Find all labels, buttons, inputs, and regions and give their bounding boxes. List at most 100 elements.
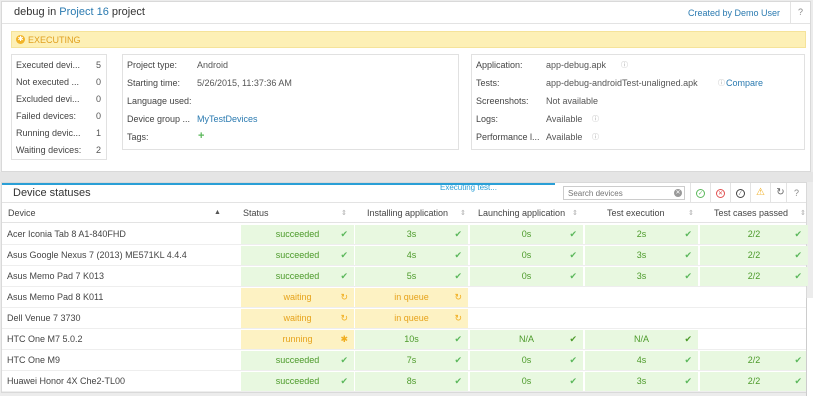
device-name[interactable]: Asus Memo Pad 7 K013: [7, 271, 104, 281]
launch-value: N/A: [518, 334, 534, 344]
app-info-value: Available: [546, 114, 583, 124]
table-row[interactable]: HTC One M9 succeeded ✔ 7s ✔ 0s ✔ 4s ✔ 2/2 ✔: [2, 350, 808, 371]
install-value: 3s: [406, 229, 417, 239]
exec-value: N/A: [633, 334, 649, 344]
check-icon: ✔: [569, 229, 577, 239]
project-info-box: Project type: Android Starting time: 5/26/2…: [122, 54, 459, 150]
app-info-label: Application:: [476, 60, 523, 70]
column-header[interactable]: Test execution: [607, 203, 665, 223]
column-header[interactable]: Status: [243, 203, 269, 223]
exec-value: 3s: [636, 250, 647, 260]
table-row[interactable]: Asus Memo Pad 8 K011 waiting ↻ in queue ↻: [2, 287, 806, 308]
count-row: Not executed ... 0: [12, 77, 106, 89]
sort-icon[interactable]: ⇕: [572, 209, 578, 217]
compare-link[interactable]: Compare: [726, 78, 763, 88]
check-icon: ✔: [454, 229, 462, 239]
passed-value: 2/2: [747, 376, 761, 386]
app-info-value[interactable]: app-debug.apk: [546, 60, 606, 70]
launch-value: 0s: [521, 271, 532, 281]
check-icon: ✔: [794, 376, 802, 386]
device-name[interactable]: HTC One M9: [7, 355, 60, 365]
sort-icon[interactable]: ⇕: [460, 209, 466, 217]
status-value: succeeded: [275, 229, 320, 239]
search-input[interactable]: [564, 187, 672, 199]
sort-icon[interactable]: ▲: [214, 209, 221, 216]
status-value: succeeded: [275, 355, 320, 365]
count-label: Executed devi...: [16, 60, 81, 70]
exec-cell: N/A ✔: [585, 330, 698, 349]
project-link[interactable]: Project 16: [59, 6, 109, 18]
app-info-label: Tests:: [476, 78, 500, 88]
send-feedback-tab[interactable]: [806, 298, 813, 396]
table-row[interactable]: Asus Memo Pad 7 K013 succeeded ✔ 5s ✔ 0s ✔ 3s ✔ 2…: [2, 266, 808, 287]
app-info-label: Performance l...: [476, 132, 540, 142]
status-banner: ✱ EXECUTING: [11, 31, 806, 48]
check-icon: ✔: [340, 229, 348, 239]
app-info-value[interactable]: app-debug-androidTest-unaligned.apk: [546, 78, 698, 88]
column-header[interactable]: Test cases passed: [714, 203, 788, 223]
status-banner-text: EXECUTING: [28, 35, 81, 45]
column-header[interactable]: Installing application: [367, 203, 448, 223]
check-icon: ✔: [794, 355, 802, 365]
count-label: Running devic...: [16, 128, 81, 138]
help-button[interactable]: ?: [790, 2, 810, 23]
device-name[interactable]: Huawei Honor 4X Che2-TL00: [7, 376, 125, 386]
count-label: Waiting devices:: [16, 145, 82, 155]
check-icon: ✔: [340, 376, 348, 386]
filter-excluded-button[interactable]: ⁄: [730, 183, 750, 203]
passed-value: 2/2: [747, 271, 761, 281]
filter-succeeded-button[interactable]: ✓: [690, 183, 710, 203]
status-cell: waiting ↻: [241, 309, 354, 328]
check-icon: ✔: [454, 334, 462, 344]
install-cell: 10s ✔: [355, 330, 468, 349]
created-by-link[interactable]: Created by Demo User: [688, 8, 780, 18]
app-info-label: Logs:: [476, 114, 499, 124]
check-icon: ✔: [684, 271, 692, 281]
device-name[interactable]: Asus Google Nexus 7 (2013) ME571KL 4.4.4: [7, 250, 187, 260]
passed-value: 2/2: [747, 355, 761, 365]
launch-cell: N/A ✔: [470, 330, 583, 349]
info-icon[interactable]: ⓘ: [592, 132, 599, 142]
info-icon[interactable]: ⓘ: [621, 60, 628, 70]
exec-cell: 3s ✔: [585, 372, 698, 391]
device-statuses-panel: Device statuses Executing test... ✕ ✓ ✕ …: [1, 182, 808, 394]
add-tag-button[interactable]: +: [198, 130, 204, 142]
title-bar: debug in Project 16 project Created by D…: [2, 2, 810, 24]
column-header[interactable]: Launching application: [478, 203, 565, 223]
check-icon: ✔: [684, 334, 692, 344]
check-circle-icon: ✓: [696, 189, 705, 199]
passed-cell: 2/2 ✔: [700, 351, 808, 370]
info-icon[interactable]: ⓘ: [592, 114, 599, 124]
status-cell: succeeded ✔: [241, 351, 354, 370]
table-row[interactable]: Acer Iconia Tab 8 A1-840FHD succeeded ✔ 3s ✔…: [2, 224, 808, 245]
refresh-icon: ↻: [776, 187, 785, 198]
table-row[interactable]: Asus Google Nexus 7 (2013) ME571KL 4.4.4…: [2, 245, 808, 266]
device-name[interactable]: Acer Iconia Tab 8 A1-840FHD: [7, 229, 126, 239]
table-row[interactable]: Huawei Honor 4X Che2-TL00 succeeded ✔ 8s ✔ 0s…: [2, 371, 808, 392]
install-cell: 3s ✔: [355, 225, 468, 244]
device-name[interactable]: Dell Venue 7 3730: [7, 313, 81, 323]
install-value: 10s: [404, 334, 419, 344]
check-icon: ✔: [684, 355, 692, 365]
passed-cell: 2/2 ✔: [700, 267, 808, 286]
project-info-label: Starting time:: [127, 78, 181, 88]
filter-warning-button[interactable]: ⚠: [750, 183, 770, 203]
info-icon[interactable]: ⓘ: [718, 78, 725, 88]
device-name[interactable]: Asus Memo Pad 8 K011: [7, 292, 103, 302]
device-help-button[interactable]: ?: [786, 183, 806, 203]
sort-icon[interactable]: ⇕: [688, 209, 694, 217]
column-header[interactable]: Device: [8, 203, 36, 223]
sort-icon[interactable]: ⇕: [800, 209, 806, 217]
check-icon: ✔: [569, 334, 577, 344]
table-body: Acer Iconia Tab 8 A1-840FHD succeeded ✔ 3s ✔…: [2, 224, 808, 394]
exec-value: 3s: [636, 376, 647, 386]
device-name[interactable]: HTC One M7 5.0.2: [7, 334, 83, 344]
sort-icon[interactable]: ⇕: [341, 209, 347, 217]
clear-search-icon[interactable]: ✕: [674, 189, 682, 197]
filter-failed-button[interactable]: ✕: [710, 183, 730, 203]
device-group-link[interactable]: MyTestDevices: [197, 114, 258, 124]
count-row: Running devic... 1: [12, 128, 106, 140]
table-row[interactable]: HTC One M7 5.0.2 running ✱ 10s ✔ N/A ✔ N/A ✔: [2, 329, 806, 350]
exec-cell: 3s ✔: [585, 246, 698, 265]
table-row[interactable]: Dell Venue 7 3730 waiting ↻ in queue ↻: [2, 308, 806, 329]
